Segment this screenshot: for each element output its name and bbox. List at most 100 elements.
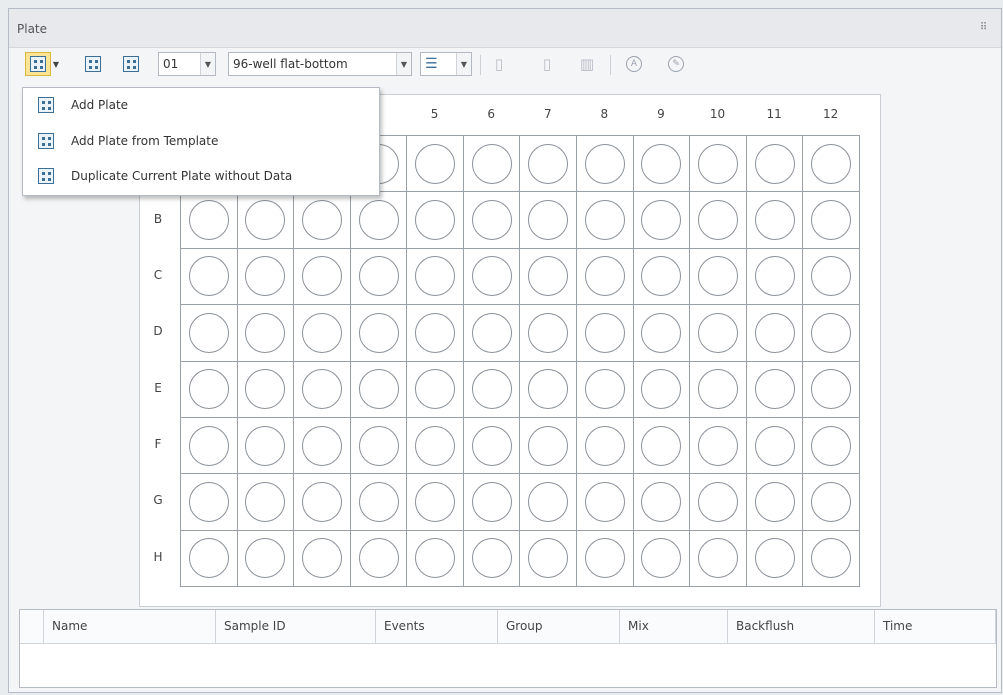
well[interactable] <box>633 305 691 362</box>
well[interactable] <box>350 192 408 249</box>
well[interactable] <box>181 361 238 418</box>
well[interactable] <box>463 305 521 362</box>
well[interactable] <box>520 474 578 531</box>
table-column-header[interactable]: Backflush <box>728 610 875 643</box>
column-header[interactable]: 8 <box>576 107 633 121</box>
well[interactable] <box>746 417 804 475</box>
well[interactable] <box>463 192 521 249</box>
well[interactable] <box>803 136 860 193</box>
row-header[interactable]: F <box>146 437 170 451</box>
table-column-header[interactable]: Name <box>44 610 216 643</box>
well[interactable] <box>633 136 691 193</box>
well[interactable] <box>577 305 634 362</box>
well[interactable] <box>577 474 634 531</box>
well[interactable] <box>633 361 691 418</box>
add-plate-button[interactable] <box>25 52 51 76</box>
row-header[interactable]: G <box>146 493 170 507</box>
pin-icon[interactable]: ⠿ <box>977 22 989 34</box>
well[interactable] <box>407 248 464 306</box>
well[interactable] <box>463 361 521 418</box>
auto-button[interactable]: A <box>626 52 642 76</box>
well[interactable] <box>237 192 295 249</box>
chevron-down-icon[interactable]: ▼ <box>200 53 215 75</box>
columns-icon[interactable]: ▥ <box>576 52 598 76</box>
well[interactable] <box>350 361 408 418</box>
well[interactable] <box>407 192 464 249</box>
well[interactable] <box>690 136 747 193</box>
well[interactable] <box>577 192 634 249</box>
table-column-header[interactable]: Mix <box>620 610 728 643</box>
row-header[interactable]: D <box>146 324 170 338</box>
well[interactable] <box>181 192 238 249</box>
well[interactable] <box>746 361 804 418</box>
well[interactable] <box>237 305 295 362</box>
well[interactable] <box>237 361 295 418</box>
well[interactable] <box>463 417 521 475</box>
well[interactable] <box>746 248 804 306</box>
well[interactable] <box>520 417 578 475</box>
column-icon[interactable]: ▯ <box>536 52 558 76</box>
well[interactable] <box>690 530 747 587</box>
well[interactable] <box>407 361 464 418</box>
well[interactable] <box>803 417 860 475</box>
column-header[interactable]: 6 <box>463 107 520 121</box>
well[interactable] <box>690 192 747 249</box>
well[interactable] <box>577 248 634 306</box>
column-header[interactable]: 7 <box>520 107 577 121</box>
well[interactable] <box>463 474 521 531</box>
table-column-header[interactable]: Time <box>875 610 996 643</box>
well[interactable] <box>237 417 295 475</box>
plate-number-select[interactable]: 01 ▼ <box>158 52 216 76</box>
plate-view-button[interactable] <box>118 52 144 76</box>
well[interactable] <box>577 361 634 418</box>
row-header[interactable]: C <box>146 268 170 282</box>
add-plate-dropdown-arrow-icon[interactable]: ▼ <box>51 52 61 76</box>
well[interactable] <box>577 417 634 475</box>
well[interactable] <box>294 248 351 306</box>
well[interactable] <box>407 305 464 362</box>
table-column-header[interactable]: Sample ID <box>216 610 376 643</box>
well[interactable] <box>690 474 747 531</box>
menu-item-add-plate-from-template[interactable]: Add Plate from Template <box>23 124 379 158</box>
table-column-header[interactable]: Group <box>498 610 620 643</box>
well[interactable] <box>294 417 351 475</box>
well[interactable] <box>294 192 351 249</box>
column-header[interactable]: 12 <box>802 107 859 121</box>
well[interactable] <box>350 305 408 362</box>
well[interactable] <box>633 530 691 587</box>
well[interactable] <box>237 248 295 306</box>
well[interactable] <box>690 248 747 306</box>
well[interactable] <box>350 474 408 531</box>
row-header[interactable]: B <box>146 212 170 226</box>
well[interactable] <box>181 417 238 475</box>
chevron-down-icon[interactable]: ▼ <box>456 53 471 75</box>
well[interactable] <box>463 530 521 587</box>
well[interactable] <box>746 136 804 193</box>
well[interactable] <box>181 305 238 362</box>
well[interactable] <box>294 305 351 362</box>
table-column-header[interactable]: Events <box>376 610 498 643</box>
well[interactable] <box>237 474 295 531</box>
well[interactable] <box>803 305 860 362</box>
well[interactable] <box>520 192 578 249</box>
well[interactable] <box>633 417 691 475</box>
well[interactable] <box>690 417 747 475</box>
well[interactable] <box>746 530 804 587</box>
well[interactable] <box>350 417 408 475</box>
menu-item-duplicate-plate[interactable]: Duplicate Current Plate without Data <box>23 159 379 193</box>
column-header[interactable]: 11 <box>746 107 803 121</box>
well[interactable] <box>520 530 578 587</box>
well[interactable] <box>520 248 578 306</box>
well[interactable] <box>463 136 521 193</box>
well[interactable] <box>294 361 351 418</box>
menu-item-add-plate[interactable]: Add Plate <box>23 88 379 122</box>
well[interactable] <box>294 530 351 587</box>
plate-type-select[interactable]: 96-well flat-bottom ▼ <box>228 52 412 76</box>
well[interactable] <box>350 530 408 587</box>
row-header[interactable]: H <box>146 550 170 564</box>
well[interactable] <box>577 136 634 193</box>
column-header[interactable]: 9 <box>633 107 690 121</box>
well[interactable] <box>633 192 691 249</box>
well[interactable] <box>746 192 804 249</box>
well[interactable] <box>633 474 691 531</box>
